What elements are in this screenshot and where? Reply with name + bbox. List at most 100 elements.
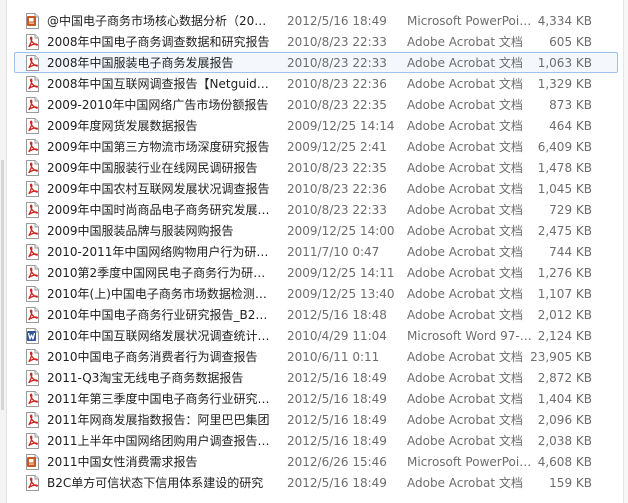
file-size: 2,038 KB: [537, 434, 592, 448]
file-name: 2011-Q3淘宝无线电子商务数据报告: [47, 371, 244, 385]
file-size: 2,124 KB: [537, 329, 592, 343]
file-date-modified: 2009/12/25 2:41: [287, 140, 387, 154]
pdf-icon: [25, 34, 40, 50]
file-type: Adobe Acrobat 文档: [407, 77, 523, 91]
file-type: Adobe Acrobat 文档: [407, 266, 523, 280]
file-type: Adobe Acrobat 文档: [407, 203, 523, 217]
file-row[interactable]: 2009年中国农村互联网发展状况调查报告 2010/8/23 22:36 Ado…: [14, 178, 618, 199]
pdf-icon: [25, 244, 40, 260]
file-date-modified: 2009/12/25 14:00: [287, 224, 395, 238]
file-type: Adobe Acrobat 文档: [407, 413, 523, 427]
file-size: 1,329 KB: [537, 77, 592, 91]
file-name: 2011中国女性消费需求报告: [47, 455, 198, 469]
file-size: 1,276 KB: [537, 266, 592, 280]
file-row[interactable]: 2010年中国互联网络发展状况调查统计报告 2010/4/29 11:04 Mi…: [14, 325, 618, 346]
file-type: Microsoft PowerPoint 97-2003 演示文稿: [407, 455, 537, 469]
file-size: 6,409 KB: [537, 140, 592, 154]
pdf-icon: [25, 97, 40, 113]
file-type: Adobe Acrobat 文档: [407, 392, 523, 406]
word-icon: [25, 328, 40, 344]
file-name: 2008年中国互联网调查报告【Netguide】: [47, 77, 271, 91]
file-name: 2009中国服装品牌与服装网购报告: [47, 224, 234, 238]
file-row[interactable]: 2010第2季度中国网民电子商务行为研究报告 2009/12/25 14:11 …: [14, 262, 618, 283]
file-type: Adobe Acrobat 文档: [407, 434, 523, 448]
pdf-icon: [25, 265, 40, 281]
file-name: 2009年度网货发展数据报告: [47, 119, 198, 133]
file-type: Microsoft PowerPoint 97-2003 演示文稿: [407, 14, 537, 28]
file-name: 2009年中国第三方物流市场深度研究报告: [47, 140, 270, 154]
file-row[interactable]: 2009中国服装品牌与服装网购报告 2009/12/25 14:00 Adobe…: [14, 220, 618, 241]
pdf-icon: [25, 55, 40, 71]
file-date-modified: 2010/8/23 22:33: [287, 203, 387, 217]
file-row[interactable]: 2010年中国电子商务行业研究报告_B2C篇 2012/5/16 18:48 A…: [14, 304, 618, 325]
file-name: 2010-2011年中国网络购物用户行为研究报告: [47, 245, 271, 259]
pdf-icon: [25, 370, 40, 386]
file-size: 2,475 KB: [537, 224, 592, 238]
file-size: 1,045 KB: [537, 182, 592, 196]
right-pane-edge: [623, 0, 628, 503]
file-row[interactable]: 2008年中国互联网调查报告【Netguide】 2010/8/23 22:36…: [14, 73, 618, 94]
file-row[interactable]: 2011中国女性消费需求报告 2012/6/26 15:46 Microsoft…: [14, 451, 618, 472]
file-row[interactable]: B2C单方可信状态下信用体系建设的研究 2012/5/16 18:49 Adob…: [14, 472, 618, 493]
file-name: 2009年中国时尚商品电子商务研究发展报告: [47, 203, 271, 217]
file-row[interactable]: 2011-Q3淘宝无线电子商务数据报告 2012/5/16 18:49 Adob…: [14, 367, 618, 388]
file-type: Adobe Acrobat 文档: [407, 140, 523, 154]
file-date-modified: 2012/5/16 18:49: [287, 434, 387, 448]
file-row[interactable]: 2011上半年中国网络团购用户调查报告_艾瑞 2012/5/16 18:49 A…: [14, 430, 618, 451]
file-row[interactable]: 2010-2011年中国网络购物用户行为研究报告 2011/7/10 0:47 …: [14, 241, 618, 262]
file-name: 2010第2季度中国网民电子商务行为研究报告: [47, 266, 271, 280]
file-row[interactable]: 2008年中国电子商务调查数据和研究报告 2010/8/23 22:33 Ado…: [14, 31, 618, 52]
file-size: 159 KB: [549, 476, 592, 490]
file-row[interactable]: 2010中国电子商务消费者行为调查报告 2010/6/11 0:11 Adobe…: [14, 346, 618, 367]
file-row[interactable]: @中国电子商务市场核心数据分析（2011-2012年） 2012/5/16 18…: [14, 10, 618, 31]
pdf-icon: [25, 181, 40, 197]
file-type: Adobe Acrobat 文档: [407, 371, 523, 385]
pdf-icon: [25, 139, 40, 155]
file-type: Adobe Acrobat 文档: [407, 287, 523, 301]
left-pane-scrollbar-thumb[interactable]: [1, 160, 4, 410]
file-date-modified: 2011/7/10 0:47: [287, 245, 380, 259]
ppt-icon: [25, 454, 40, 470]
file-date-modified: 2010/8/23 22:33: [287, 35, 387, 49]
file-row[interactable]: 2008年中国服装电子商务发展报告 2010/8/23 22:33 Adobe …: [14, 52, 618, 73]
file-size: 605 KB: [549, 35, 592, 49]
file-size: 4,334 KB: [537, 14, 592, 28]
file-name: 2009年中国农村互联网发展状况调查报告: [47, 182, 270, 196]
file-size: 2,012 KB: [537, 308, 592, 322]
file-type: Adobe Acrobat 文档: [407, 308, 523, 322]
file-type: Adobe Acrobat 文档: [407, 350, 523, 364]
file-row[interactable]: 2009年中国时尚商品电子商务研究发展报告 2010/8/23 22:33 Ad…: [14, 199, 618, 220]
file-size: 729 KB: [549, 203, 592, 217]
file-row[interactable]: 2009年度网货发展数据报告 2009/12/25 14:14 Adobe Ac…: [14, 115, 618, 136]
pdf-icon: [25, 349, 40, 365]
file-date-modified: 2009/12/25 14:14: [287, 119, 395, 133]
file-size: 2,872 KB: [537, 371, 592, 385]
file-row[interactable]: 2010年(上)中国电子商务市场数据检测报告 2009/12/25 13:40 …: [14, 283, 618, 304]
file-row[interactable]: 2009年中国服装行业在线网民调研报告 2010/8/23 22:35 Adob…: [14, 157, 618, 178]
file-date-modified: 2012/5/16 18:49: [287, 371, 387, 385]
file-size: 1,478 KB: [537, 161, 592, 175]
file-name: B2C单方可信状态下信用体系建设的研究: [47, 476, 264, 490]
file-date-modified: 2012/5/16 18:49: [287, 392, 387, 406]
file-date-modified: 2010/8/23 22:35: [287, 161, 387, 175]
file-row[interactable]: 2011年第三季度中国电子商务行业研究报告 2012/5/16 18:49 Ad…: [14, 388, 618, 409]
file-row[interactable]: 2009-2010年中国网络广告市场份额报告 2010/8/23 22:35 A…: [14, 94, 618, 115]
pdf-icon: [25, 202, 40, 218]
file-name: 2010年中国互联网络发展状况调查统计报告: [47, 329, 271, 343]
file-size: 873 KB: [549, 98, 592, 112]
left-pane-scrollbar[interactable]: [0, 0, 7, 503]
pdf-icon: [25, 412, 40, 428]
file-name: 2009-2010年中国网络广告市场份额报告: [47, 98, 269, 112]
file-name: 2010年(上)中国电子商务市场数据检测报告: [47, 287, 271, 301]
file-type: Adobe Acrobat 文档: [407, 161, 523, 175]
file-size: 1,063 KB: [537, 56, 592, 70]
file-date-modified: 2012/5/16 18:49: [287, 14, 387, 28]
file-row[interactable]: 2011年网商发展指数报告：阿里巴巴集团 2012/5/16 18:49 Ado…: [14, 409, 618, 430]
file-date-modified: 2010/8/23 22:33: [287, 56, 387, 70]
file-size: 23,905 KB: [530, 350, 592, 364]
pdf-icon: [25, 307, 40, 323]
file-date-modified: 2010/6/11 0:11: [287, 350, 380, 364]
file-type: Adobe Acrobat 文档: [407, 182, 523, 196]
file-row[interactable]: 2009年中国第三方物流市场深度研究报告 2009/12/25 2:41 Ado…: [14, 136, 618, 157]
pdf-icon: [25, 160, 40, 176]
